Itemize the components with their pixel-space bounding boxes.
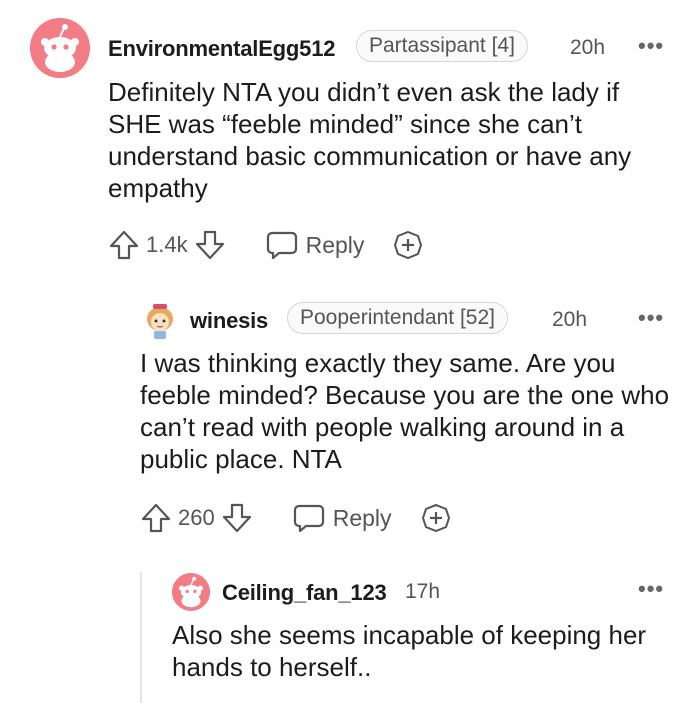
timestamp: 20h bbox=[552, 308, 588, 331]
downvote-icon[interactable] bbox=[221, 502, 253, 534]
award-icon[interactable] bbox=[392, 229, 424, 261]
timestamp: 17h bbox=[405, 580, 441, 603]
more-options-icon[interactable]: ••• bbox=[638, 576, 664, 602]
username[interactable]: winesis bbox=[190, 308, 268, 334]
comment-bubble-icon bbox=[266, 230, 298, 260]
user-flair: Partassipant [4] bbox=[356, 30, 528, 62]
username[interactable]: Ceiling_fan_123 bbox=[222, 580, 387, 606]
more-options-icon[interactable]: ••• bbox=[638, 305, 664, 331]
cartoon-avatar-icon bbox=[140, 300, 180, 340]
user-flair: Pooperintendant [52] bbox=[287, 302, 508, 334]
more-options-icon[interactable]: ••• bbox=[638, 33, 664, 59]
comment-body: Definitely NTA you didn’t even ask the l… bbox=[108, 77, 632, 203]
comment-body: Also she seems incapable of keeping her … bbox=[172, 620, 647, 682]
upvote-icon[interactable] bbox=[108, 229, 140, 261]
downvote-icon[interactable] bbox=[194, 229, 226, 261]
snoo-avatar-icon bbox=[172, 573, 210, 611]
comment-actions: 260 Reply bbox=[140, 502, 452, 534]
award-icon[interactable] bbox=[420, 502, 452, 534]
timestamp: 20h bbox=[570, 36, 606, 59]
comment-bubble-icon bbox=[293, 503, 325, 533]
thread-line[interactable] bbox=[140, 572, 142, 703]
avatar[interactable] bbox=[30, 18, 90, 78]
comment-body: I was thinking exactly they same. Are yo… bbox=[140, 348, 670, 474]
vote-count: 260 bbox=[178, 505, 215, 530]
reply-button[interactable]: Reply bbox=[266, 230, 365, 260]
snoo-avatar-icon bbox=[30, 18, 90, 78]
reply-label: Reply bbox=[305, 231, 365, 258]
vote-count: 1.4k bbox=[146, 232, 188, 257]
avatar[interactable] bbox=[172, 573, 210, 611]
comment-actions: 1.4k Reply bbox=[108, 229, 424, 261]
username[interactable]: EnvironmentalEgg512 bbox=[108, 36, 335, 62]
avatar[interactable] bbox=[140, 300, 180, 340]
upvote-icon[interactable] bbox=[140, 502, 172, 534]
reply-label: Reply bbox=[332, 504, 392, 531]
reply-button[interactable]: Reply bbox=[293, 503, 392, 533]
